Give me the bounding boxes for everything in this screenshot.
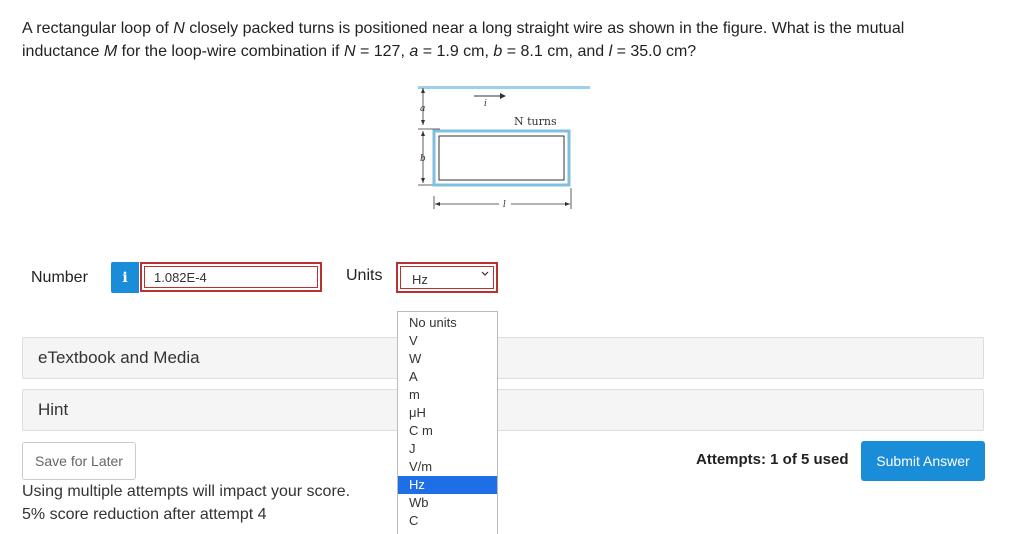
label-b: b [420,154,426,164]
submit-answer-button[interactable]: Submit Answer [861,441,985,481]
save-for-later-button[interactable]: Save for Later [22,442,136,480]
question-part: A rectangular loop of [22,20,174,37]
number-label: Number [31,269,88,286]
label-l: l [503,200,506,210]
dim-b-arrow-down [421,178,425,183]
question-part: = 1.9 cm, [418,43,494,60]
dim-b-arrow-up [421,131,425,136]
units-dropdown-list[interactable]: No units V W Am μH C m J V/m Hz Wb C [397,311,498,534]
units-option[interactable]: Wb [398,494,497,512]
units-select[interactable]: Hz [396,262,498,293]
var-n: N [343,43,356,60]
units-option[interactable]: A [398,368,497,386]
turns-label: N turns [514,115,557,128]
attempts-note-line2: 5% score reduction after attempt 4 [22,506,267,523]
dim-l-arrow-left [435,202,440,206]
units-option[interactable]: V [398,332,497,350]
attempts-counter: Attempts: 1 of 5 used [696,451,849,468]
dim-a-arrow-down [421,120,425,125]
units-selected-value: Hz [412,272,428,287]
var-b: b [493,43,503,60]
question-part: = 127, [355,43,410,60]
question-part: for the loop-wire combination if [117,43,344,60]
units-option[interactable]: J [398,440,497,458]
current-arrow-head [500,93,506,99]
units-option[interactable]: m [398,386,497,404]
units-option[interactable]: No units [398,314,497,332]
chevron-down-icon [481,271,489,276]
question-part: = 8.1 cm, and [502,43,609,60]
straight-wire [418,86,590,89]
question-part: = 35.0 cm? [612,43,697,60]
units-label: Units [346,267,383,284]
answer-number-input[interactable] [140,262,322,292]
var-a: a [409,43,419,60]
hint-panel[interactable]: Hint [22,389,984,431]
units-option[interactable]: C [398,512,497,530]
var-m: M [103,43,118,60]
loop-outer [432,129,571,187]
loop-inner [438,135,565,181]
dim-l-arrow-right [565,202,570,206]
current-label: i [484,99,487,109]
var-n: N [173,20,185,37]
units-option[interactable]: C m [398,422,497,440]
units-option[interactable]: Hz [398,476,497,494]
info-icon[interactable]: i [111,262,139,293]
question-text: A rectangular loop of N closely packed t… [22,17,982,63]
loop-wire-figure: i a b N turns l [418,86,590,210]
attempts-note-line1: Using multiple attempts will impact your… [22,483,351,500]
units-option[interactable]: μH [398,404,497,422]
units-option[interactable]: W [398,350,497,368]
etextbook-panel[interactable]: eTextbook and Media [22,337,984,379]
units-option[interactable]: V/m [398,458,497,476]
